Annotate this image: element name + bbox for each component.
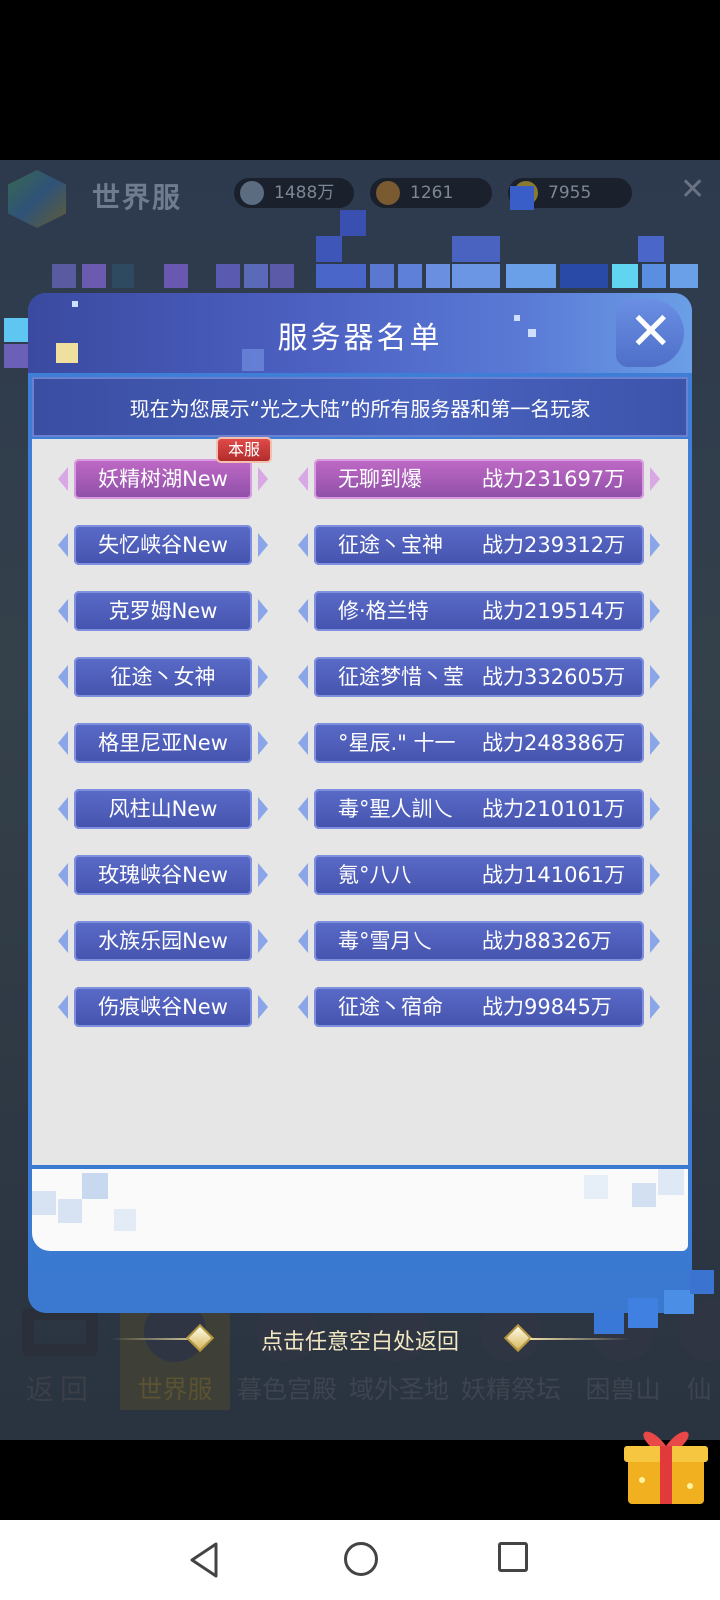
server-button[interactable]: 征途丶女神 — [58, 655, 268, 699]
player-power: 战力210101万 — [482, 797, 626, 821]
top-player: 无聊到爆 战力231697万 — [298, 457, 662, 501]
server-button[interactable]: 水族乐园New — [58, 919, 268, 963]
player-name: 氪°八八 — [338, 863, 412, 887]
dialog-title: 服务器名单 — [277, 321, 443, 356]
player-power: 战力248386万 — [482, 731, 626, 755]
player-power: 战力231697万 — [482, 467, 626, 491]
server-button[interactable]: 失忆峡谷New — [58, 523, 268, 567]
top-player: 征途梦惜丶莹 战力332605万 — [298, 655, 662, 699]
player-power: 战力332605万 — [482, 665, 626, 689]
background-close-icon: ✕ — [680, 172, 706, 207]
close-button[interactable]: ✕ — [616, 299, 684, 367]
server-name: 妖精树湖New — [74, 459, 252, 499]
server-row: 玫瑰峡谷New 氪°八八 战力141061万 — [58, 853, 664, 897]
top-player: 征途丶宝神 战力239312万 — [298, 523, 662, 567]
top-player: 毒°聖人訓乀 战力210101万 — [298, 787, 662, 831]
player-name: 征途丶宝神 — [338, 533, 443, 557]
player-name: 毒°雪月乀 — [338, 929, 433, 953]
gift-box-icon[interactable] — [620, 1420, 712, 1508]
nav-back-label: 返回 — [26, 1373, 95, 1406]
server-button[interactable]: 风柱山New — [58, 787, 268, 831]
server-button[interactable]: 格里尼亚New — [58, 721, 268, 765]
player-name: 征途丶宿命 — [338, 995, 443, 1019]
server-row: 妖精树湖New 本服 无聊到爆 战力231697万 — [58, 437, 664, 501]
server-name: 征途丶女神 — [74, 657, 252, 697]
dialog-footer — [32, 1169, 688, 1251]
cube-icon — [8, 170, 66, 228]
player-power: 战力88326万 — [482, 929, 612, 953]
top-player: 征途丶宿命 战力99845万 — [298, 985, 662, 1029]
server-list-dialog: 服务器名单 ✕ 现在为您展示“光之大陆”的所有服务器和第一名玩家 妖精树湖New… — [28, 293, 692, 1313]
player-power: 战力99845万 — [482, 995, 612, 1019]
player-name: 修·格兰特 — [338, 599, 429, 623]
server-row: 克罗姆New 修·格兰特 战力219514万 — [58, 589, 664, 633]
home-nav-icon[interactable] — [344, 1542, 378, 1576]
server-name: 水族乐园New — [74, 921, 252, 961]
server-list: 妖精树湖New 本服 无聊到爆 战力231697万 失忆峡谷New 征途丶宝神 … — [32, 437, 688, 1165]
player-name: 毒°聖人訓乀 — [338, 797, 454, 821]
server-row: 失忆峡谷New 征途丶宝神 战力239312万 — [58, 523, 664, 567]
server-name: 玫瑰峡谷New — [74, 855, 252, 895]
world-server-title: 世界服 — [92, 181, 183, 214]
player-name: 征途梦惜丶莹 — [338, 665, 464, 689]
player-power: 战力239312万 — [482, 533, 626, 557]
subtitle-text: 现在为您展示“光之大陆”的所有服务器和第一名玩家 — [129, 397, 591, 421]
server-row: 伤痕峡谷New 征途丶宿命 战力99845万 — [58, 985, 664, 1029]
crystal-resource: 1261 — [370, 178, 492, 208]
close-icon: ✕ — [629, 302, 673, 362]
server-button[interactable]: 玫瑰峡谷New — [58, 853, 268, 897]
server-button[interactable]: 妖精树湖New 本服 — [58, 437, 272, 501]
top-player: 氪°八八 战力141061万 — [298, 853, 662, 897]
subtitle-bar: 现在为您展示“光之大陆”的所有服务器和第一名玩家 — [32, 377, 688, 437]
player-name: 无聊到爆 — [338, 467, 422, 491]
tap-to-return[interactable]: 点击任意空白处返回 — [0, 1316, 720, 1360]
current-server-badge: 本服 — [216, 437, 272, 463]
server-name: 克罗姆New — [74, 591, 252, 631]
server-row: 格里尼亚New °星辰." 十一 战力248386万 — [58, 721, 664, 765]
server-button[interactable]: 伤痕峡谷New — [58, 985, 268, 1029]
player-power: 战力219514万 — [482, 599, 626, 623]
server-name: 失忆峡谷New — [74, 525, 252, 565]
dialog-header: 服务器名单 — [28, 293, 692, 373]
server-name: 风柱山New — [74, 789, 252, 829]
crystal-icon — [376, 181, 400, 205]
top-player: °星辰." 十一 战力248386万 — [298, 721, 662, 765]
player-power: 战力141061万 — [482, 863, 626, 887]
diamond-resource: 1488万 — [234, 178, 354, 208]
back-nav-icon[interactable] — [186, 1540, 222, 1580]
server-row: 征途丶女神 征途梦惜丶莹 战力332605万 — [58, 655, 664, 699]
server-name: 格里尼亚New — [74, 723, 252, 763]
recents-nav-icon[interactable] — [498, 1542, 528, 1572]
android-nav-bar — [0, 1520, 720, 1600]
server-name: 伤痕峡谷New — [74, 987, 252, 1027]
server-row: 水族乐园New 毒°雪月乀 战力88326万 — [58, 919, 664, 963]
top-player: 毒°雪月乀 战力88326万 — [298, 919, 662, 963]
diamond-icon — [240, 181, 264, 205]
return-hint-text: 点击任意空白处返回 — [260, 1330, 459, 1355]
server-button[interactable]: 克罗姆New — [58, 589, 268, 633]
player-name: °星辰." 十一 — [338, 731, 456, 755]
server-row: 风柱山New 毒°聖人訓乀 战力210101万 — [58, 787, 664, 831]
top-player: 修·格兰特 战力219514万 — [298, 589, 662, 633]
